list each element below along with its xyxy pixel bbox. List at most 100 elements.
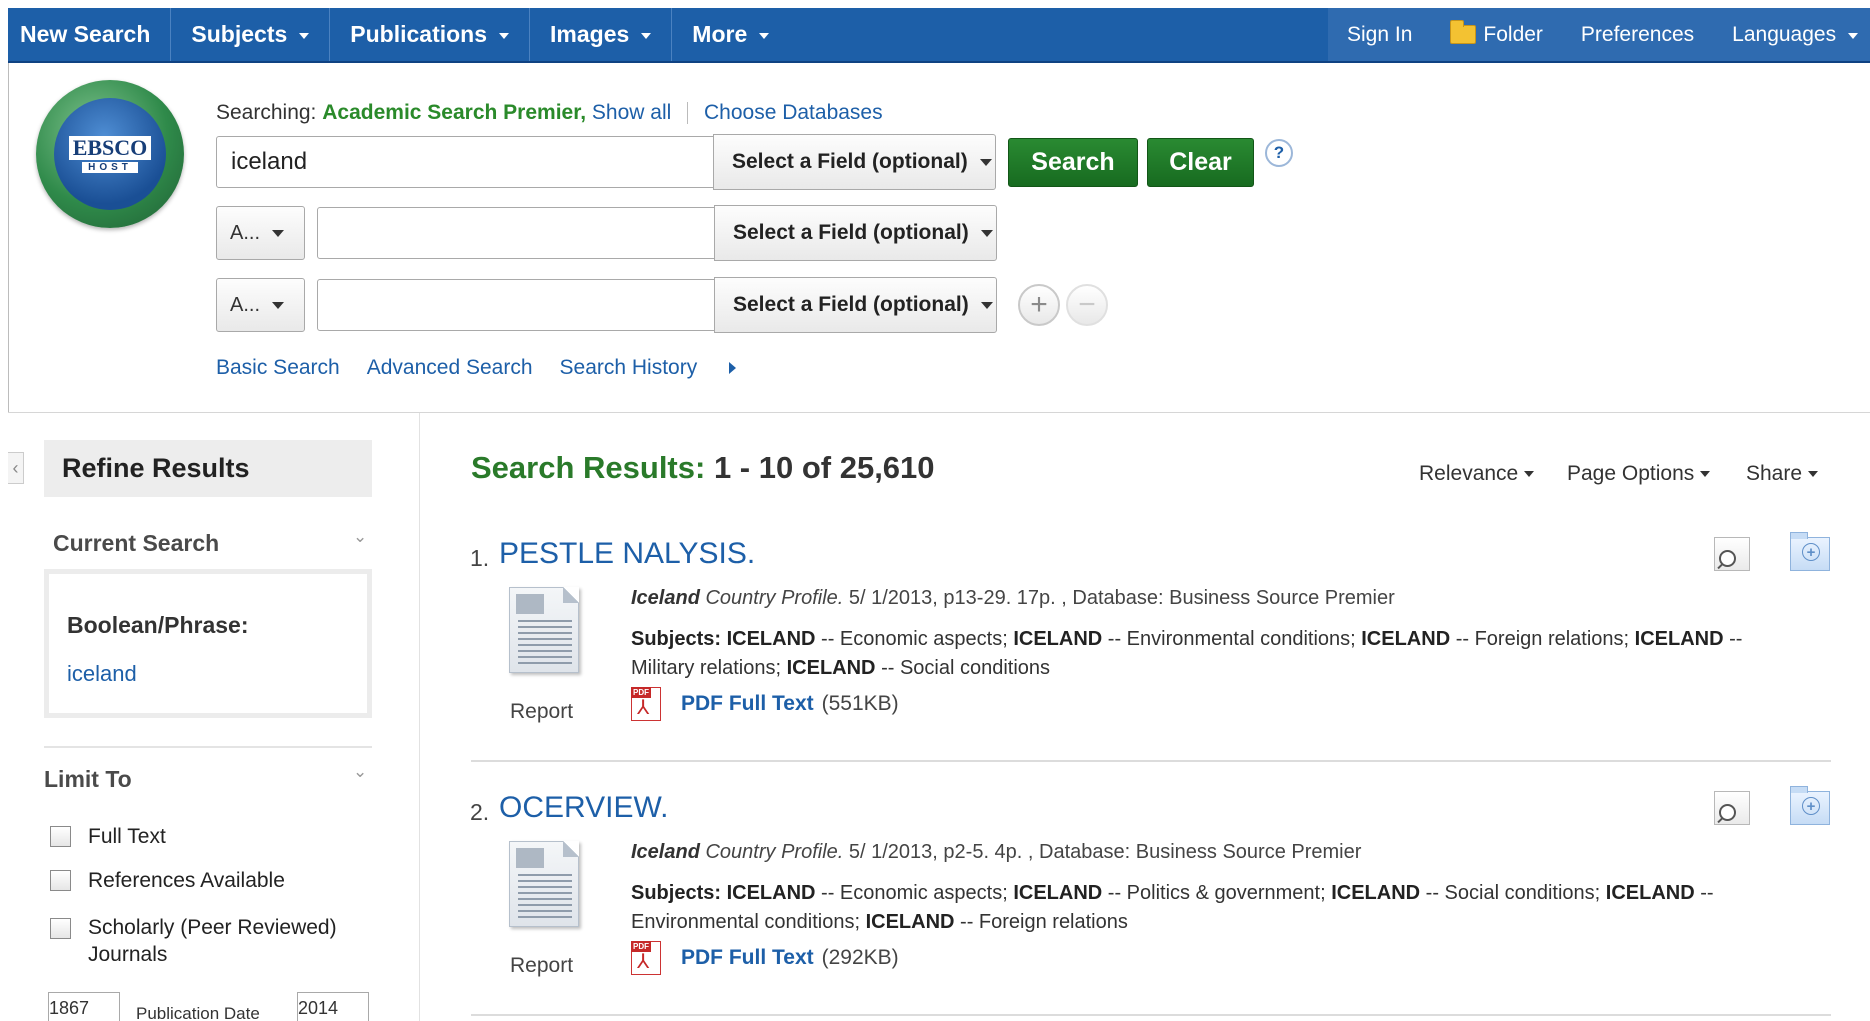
full-text-checkbox[interactable] <box>50 826 71 847</box>
preview-magnifier-icon[interactable] <box>1714 791 1750 825</box>
pdf-icon[interactable]: PDF ⅄ <box>631 687 661 721</box>
search-row-3: A... Select a Field (optional) + − <box>216 277 1108 333</box>
current-database: Academic Search Premier, <box>322 101 587 124</box>
folder-link[interactable]: Folder <box>1431 20 1562 47</box>
result-actions: + <box>1714 532 1830 571</box>
report-doc-icon[interactable] <box>503 837 583 933</box>
chevron-down-icon <box>1848 33 1859 39</box>
pdf-full-text-link[interactable]: PDF Full Text <box>681 946 814 970</box>
preview-magnifier-icon[interactable] <box>1714 537 1750 571</box>
nav-subjects[interactable]: Subjects <box>171 8 331 61</box>
languages-menu[interactable]: Languages <box>1713 23 1870 47</box>
nav-publications[interactable]: Publications <box>330 8 531 61</box>
result-number: 2. <box>470 799 490 825</box>
collapse-panel-icon[interactable]: ‹ <box>8 452 24 484</box>
nav-new-search[interactable]: New Search <box>8 8 172 61</box>
result-divider <box>471 1014 1831 1016</box>
nav-more[interactable]: More <box>672 8 789 61</box>
result-item: 2. OCERVIEW. Report Iceland Country Prof… <box>470 786 1830 991</box>
current-search-box: Boolean/Phrase: iceland <box>44 569 372 718</box>
search-input-2[interactable] <box>317 207 715 259</box>
searching-databases: Searching: Academic Search Premier, Show… <box>216 101 883 125</box>
search-row-2: A... Select a Field (optional) <box>216 205 997 261</box>
help-icon[interactable]: ? <box>1265 139 1293 167</box>
ebsco-host-logo[interactable]: EBSCO HOST <box>36 80 184 228</box>
search-button[interactable]: Search <box>1008 137 1138 187</box>
result-item: 1. PESTLE NALYSIS. Report Iceland Countr… <box>470 532 1830 737</box>
logo-globe: EBSCO HOST <box>54 98 166 210</box>
chevron-down-icon <box>980 301 993 309</box>
search-input-3[interactable] <box>317 279 715 331</box>
result-title[interactable]: PESTLE NALYSIS. <box>499 537 755 571</box>
limit-full-text[interactable]: Full Text <box>50 825 166 849</box>
chevron-down-icon <box>979 158 992 166</box>
scholarly-checkbox[interactable] <box>50 918 71 939</box>
chevron-down-icon <box>641 33 652 39</box>
column-divider <box>419 413 420 1021</box>
add-to-folder-icon[interactable]: + <box>1790 786 1830 825</box>
result-divider <box>471 760 1831 762</box>
pdf-size: (292KB) <box>821 946 899 969</box>
logo-subtitle: HOST <box>82 161 138 173</box>
result-subjects: Subjects: ICELAND -- Economic aspects; I… <box>631 628 1743 679</box>
divider <box>687 102 689 125</box>
chevron-down-icon <box>759 33 770 39</box>
chevron-down-icon[interactable]: ⌄ <box>353 527 367 547</box>
page-options-menu[interactable]: Page Options <box>1567 462 1711 486</box>
limit-references-available[interactable]: References Available <box>50 869 285 893</box>
search-results-heading: Search Results: 1 - 10 of 25,610 <box>471 450 935 485</box>
boolean-operator-select-3[interactable]: A... <box>216 278 305 332</box>
logo-wordmark: EBSCO <box>68 135 152 160</box>
pdf-full-text-link[interactable]: PDF Full Text <box>681 692 814 716</box>
result-number: 1. <box>470 545 490 571</box>
folder-icon <box>1450 20 1477 44</box>
share-menu[interactable]: Share <box>1746 462 1819 486</box>
limit-scholarly-journals[interactable]: Scholarly (Peer Reviewed) Journals <box>50 914 370 968</box>
search-mode-links: Basic Search Advanced Search Search Hist… <box>216 356 790 380</box>
current-search-title: Current Search <box>53 530 220 556</box>
chevron-down-icon <box>272 301 285 309</box>
publication-date-label: Publication Date <box>136 1004 260 1021</box>
date-from-input[interactable] <box>48 992 120 1021</box>
pdf-size: (551KB) <box>821 692 899 715</box>
field-select-1[interactable]: Select a Field (optional) <box>713 134 996 190</box>
clear-button[interactable]: Clear <box>1147 137 1254 187</box>
date-to-input[interactable] <box>297 992 369 1021</box>
field-select-2[interactable]: Select a Field (optional) <box>714 205 997 261</box>
search-input-1[interactable] <box>216 136 714 188</box>
field-select-3[interactable]: Select a Field (optional) <box>714 277 997 333</box>
preferences-link[interactable]: Preferences <box>1562 23 1713 47</box>
current-search-term[interactable]: iceland <box>67 661 367 687</box>
basic-search-link[interactable]: Basic Search <box>216 356 340 380</box>
chevron-down-icon[interactable]: ⌄ <box>353 762 367 782</box>
remove-row-icon[interactable]: − <box>1066 284 1108 326</box>
utility-nav: Sign In Folder Preferences Languages <box>1328 8 1870 61</box>
advanced-search-link[interactable]: Advanced Search <box>367 356 533 380</box>
nav-images[interactable]: Images <box>530 8 673 61</box>
search-row-1: Select a Field (optional) Search Clear ? <box>216 134 1293 190</box>
chevron-down-icon <box>1524 471 1535 477</box>
limit-to-title: Limit To <box>44 766 132 792</box>
references-checkbox[interactable] <box>50 870 71 891</box>
result-title[interactable]: OCERVIEW. <box>499 791 668 825</box>
sort-relevance-menu[interactable]: Relevance <box>1419 462 1535 486</box>
results-count: 1 - 10 of 25,610 <box>713 450 935 485</box>
panel-divider <box>44 746 372 748</box>
searching-label: Searching: <box>216 101 317 124</box>
refine-results-heading: Refine Results <box>44 440 372 497</box>
show-all-link[interactable]: Show all <box>592 101 671 124</box>
add-row-icon[interactable]: + <box>1018 284 1060 326</box>
boolean-operator-select-2[interactable]: A... <box>216 206 305 260</box>
sign-in-link[interactable]: Sign In <box>1328 23 1431 47</box>
chevron-down-icon <box>272 229 285 237</box>
boolean-phrase-label: Boolean/Phrase: <box>67 612 249 638</box>
add-to-folder-icon[interactable]: + <box>1790 532 1830 571</box>
pdf-icon[interactable]: PDF ⅄ <box>631 941 661 975</box>
search-history-link[interactable]: Search History <box>560 356 764 380</box>
result-actions: + <box>1714 786 1830 825</box>
main-nav: New Search Subjects Publications Images … <box>8 8 789 61</box>
chevron-down-icon <box>1808 471 1819 477</box>
caret-right-icon <box>729 362 737 375</box>
choose-databases-link[interactable]: Choose Databases <box>704 101 883 124</box>
report-doc-icon[interactable] <box>503 583 583 679</box>
